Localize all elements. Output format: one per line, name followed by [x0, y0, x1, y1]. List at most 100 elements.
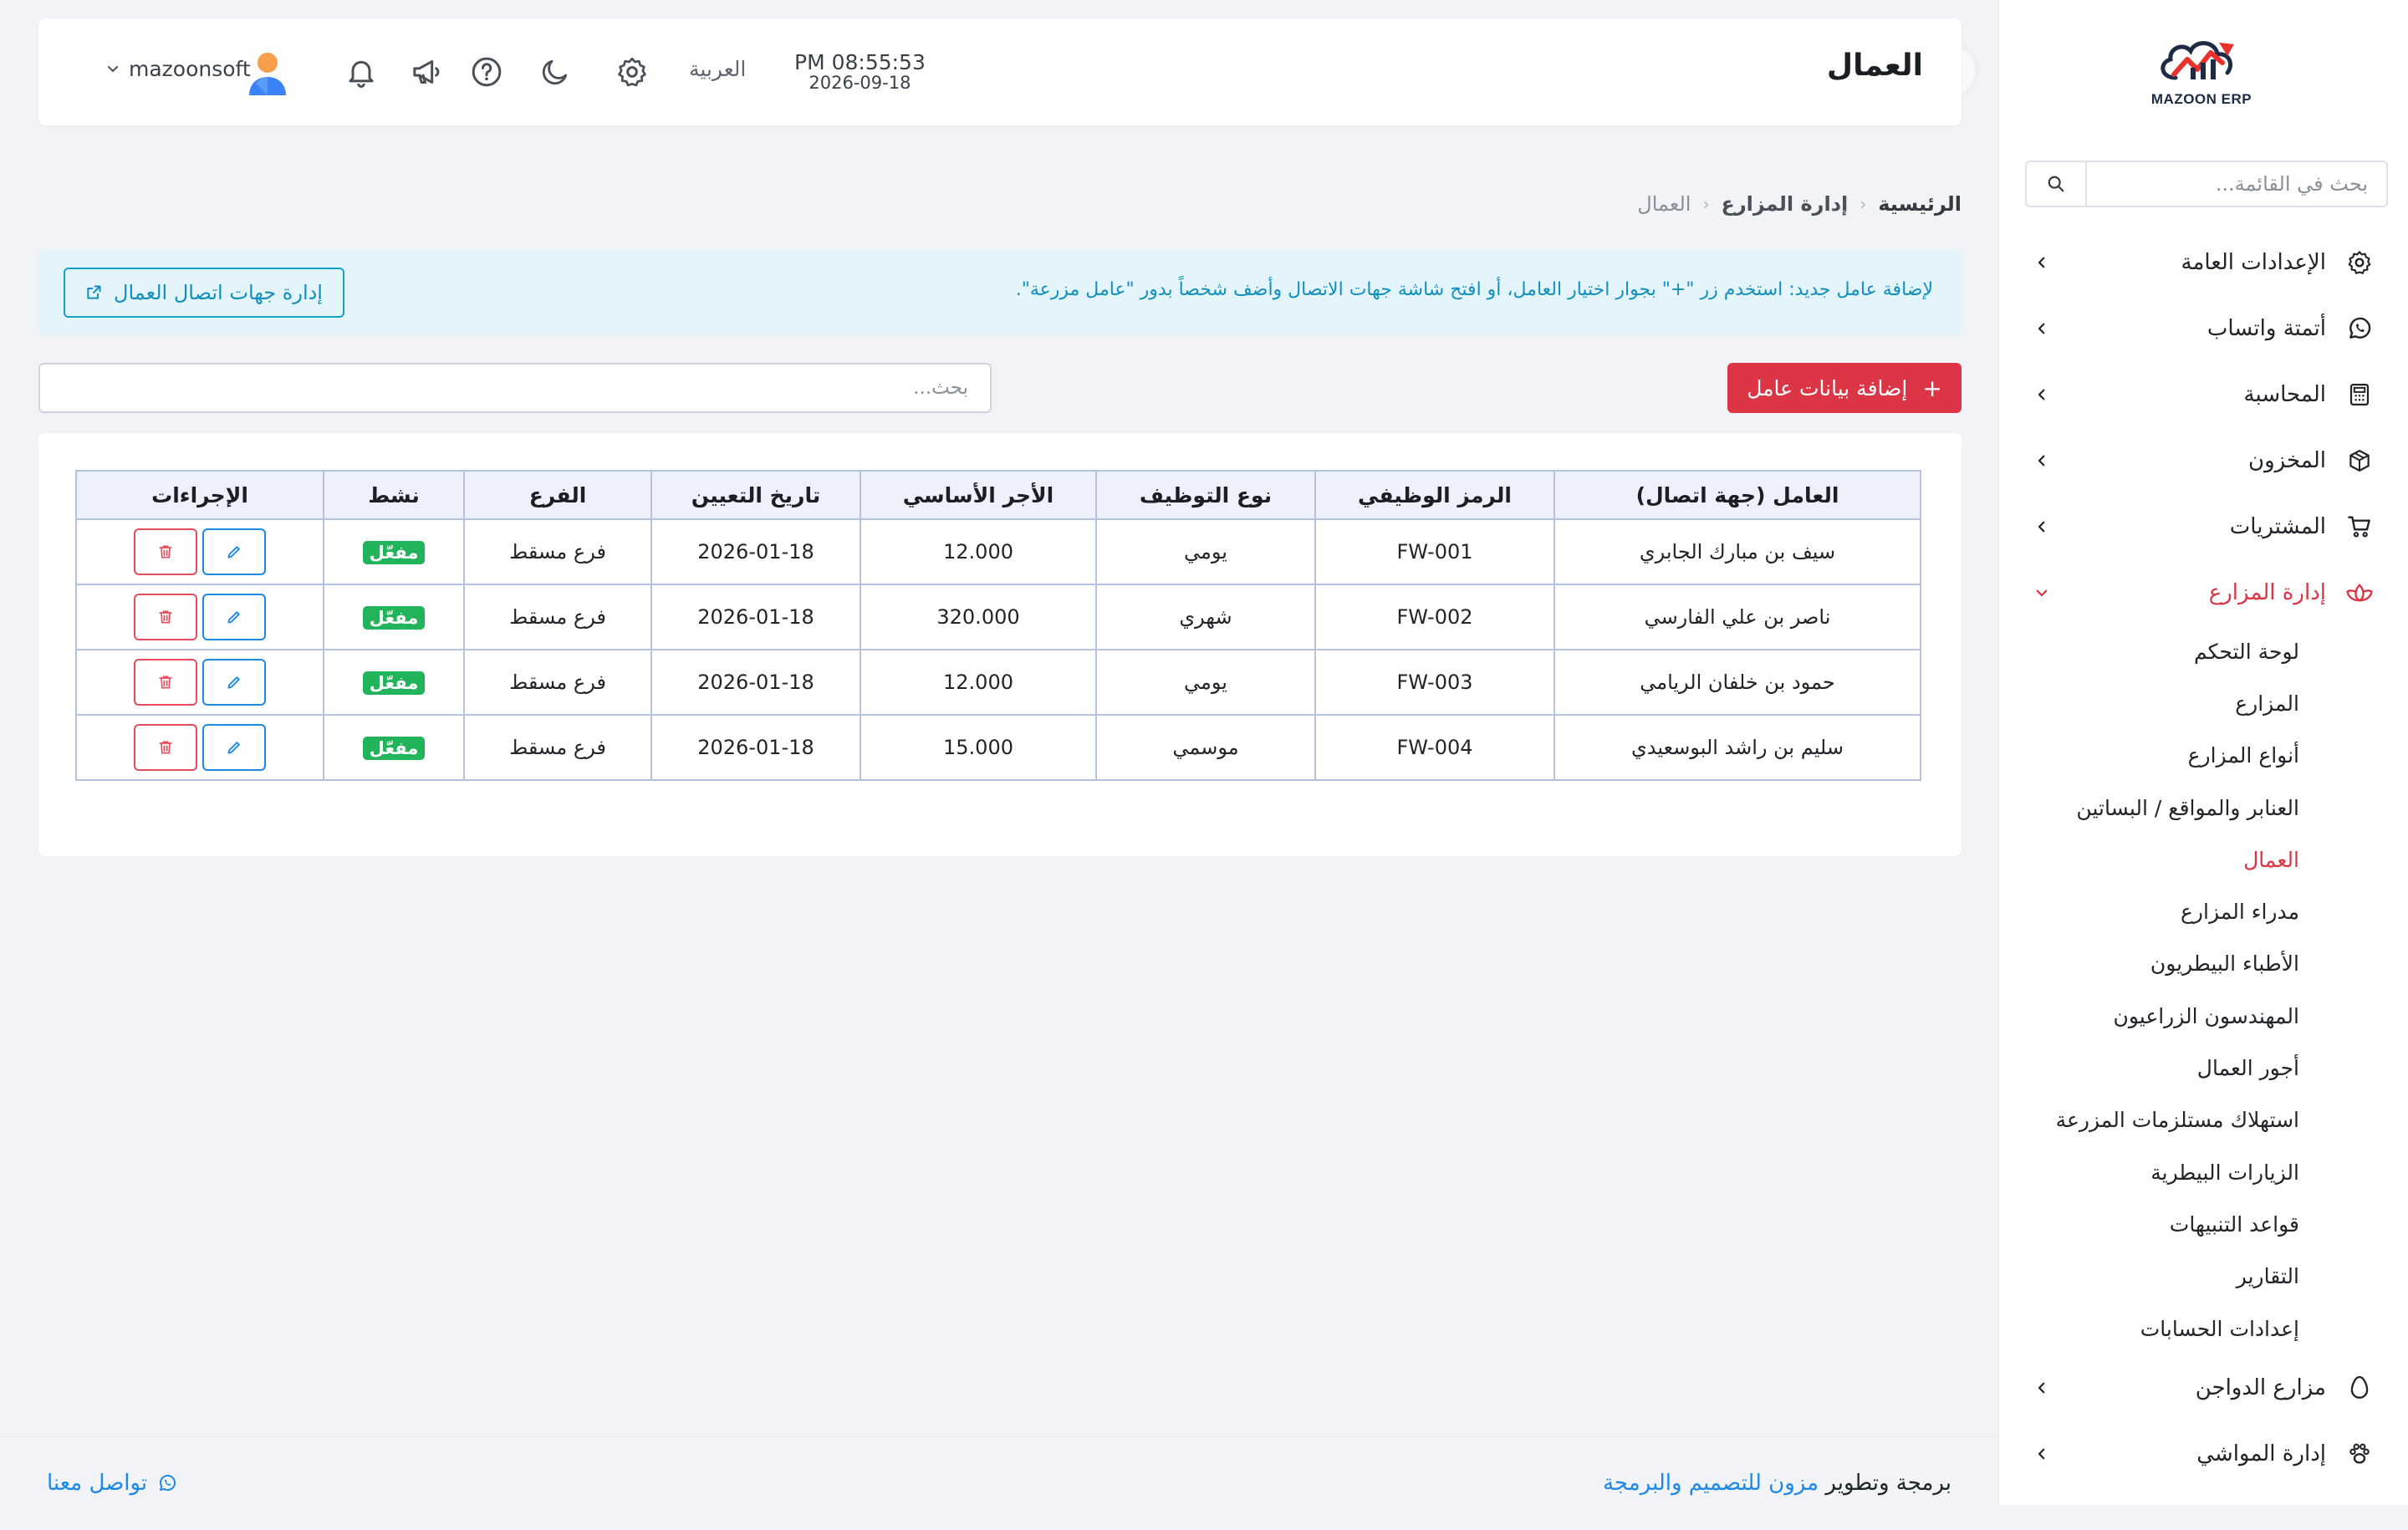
sidebar-subitem-alert-rules[interactable]: قواعد التنبيهات — [1998, 1198, 2299, 1250]
notifications-button[interactable] — [341, 52, 381, 92]
settings-button[interactable] — [612, 52, 652, 92]
workers-card: العامل (جهة اتصال) الرمز الوظيفي نوع الت… — [38, 433, 1962, 856]
sidebar-subitem-barns[interactable]: العنابر والمواقع / البساتين — [1998, 782, 2299, 834]
sidebar-item-inventory[interactable]: المخزون — [1998, 427, 2408, 493]
theme-toggle-button[interactable] — [535, 52, 575, 92]
table-row: سليم بن راشد البوسعيدي FW-004 موسمي 15.0… — [75, 714, 1921, 781]
cell-worker: سيف بن مبارك الجابري — [1553, 518, 1921, 585]
delete-button[interactable] — [134, 659, 197, 706]
sidebar-subitem-farm-managers[interactable]: مدراء المزارع — [1998, 885, 2299, 937]
cell-job-code: FW-003 — [1314, 649, 1555, 716]
sidebar-search-input[interactable] — [2087, 162, 2386, 206]
moon-icon — [542, 59, 568, 85]
cell-employment-type: يومي — [1095, 518, 1316, 585]
edit-button[interactable] — [202, 659, 266, 706]
sidebar-item-livestock[interactable]: إدارة المواشي — [1998, 1420, 2408, 1487]
user-menu[interactable]: mazoonsoft — [107, 57, 251, 81]
cell-worker: حمود بن خلفان الريامي — [1553, 649, 1921, 716]
column-header-job-code[interactable]: الرمز الوظيفي — [1314, 470, 1555, 520]
sidebar-item-label: المحاسبة — [2243, 381, 2326, 407]
cell-employment-type: موسمي — [1095, 714, 1316, 781]
cell-actions — [75, 714, 324, 781]
delete-button[interactable] — [134, 594, 197, 640]
cell-job-code: FW-002 — [1314, 584, 1555, 650]
megaphone-icon — [413, 60, 440, 84]
sidebar-item-label: مزارع الدواجن — [2195, 1374, 2326, 1400]
gear-icon — [2344, 247, 2375, 278]
breadcrumb-home[interactable]: الرئيسية — [1878, 192, 1962, 216]
sidebar-item-poultry[interactable]: مزارع الدواجن — [1998, 1354, 2408, 1420]
column-header-active[interactable]: نشط — [323, 470, 465, 520]
status-badge: مفعّل — [362, 736, 426, 760]
column-header-base-wage[interactable]: الأجر الأساسي — [860, 470, 1097, 520]
chevron-down-icon — [2032, 583, 2052, 603]
edit-button[interactable] — [202, 594, 266, 640]
cell-employment-type: يومي — [1095, 649, 1316, 716]
delete-button[interactable] — [134, 528, 197, 575]
delete-button[interactable] — [134, 724, 197, 771]
sidebar-item-farm-management[interactable]: إدارة المزارع — [1998, 559, 2408, 625]
sidebar-search-button[interactable] — [2027, 162, 2087, 206]
pencil-icon — [227, 676, 240, 689]
sidebar-subitem-workers[interactable]: العمال — [1998, 834, 2299, 885]
whatsapp-icon — [160, 1475, 176, 1491]
column-header-hire-date[interactable]: تاريخ التعيين — [650, 470, 861, 520]
logo-icon — [2161, 41, 2234, 80]
chevron-left-icon — [2032, 451, 2052, 471]
footer-company-link[interactable]: مزون للتصميم والبرمجة — [1603, 1471, 1819, 1496]
sidebar-subitem-supplies-consumption[interactable]: استهلاك مستلزمات المزرعة — [1998, 1094, 2299, 1146]
cell-branch: فرع مسقط — [463, 584, 652, 650]
table-search-input[interactable] — [40, 365, 990, 411]
cell-branch: فرع مسقط — [463, 714, 652, 781]
breadcrumb-current: العمال — [1637, 192, 1691, 216]
manage-worker-contacts-label: إدارة جهات اتصال العمال — [114, 281, 323, 304]
table-row: سيف بن مبارك الجابري FW-001 يومي 12.000 … — [75, 518, 1921, 585]
edit-button[interactable] — [202, 528, 266, 575]
sidebar: MAZOON ERP الإعدادات العامة أتمتة واتساب… — [1998, 0, 2408, 1505]
brand-logo[interactable]: MAZOON ERP — [2130, 25, 2273, 117]
calculator-icon — [2344, 380, 2375, 410]
column-header-branch[interactable]: الفرع — [463, 470, 652, 520]
trash-icon — [159, 741, 172, 754]
sidebar-subitem-reports[interactable]: التقارير — [1998, 1251, 2299, 1303]
sidebar-item-accounting[interactable]: المحاسبة — [1998, 361, 2408, 427]
sidebar-subitem-vets[interactable]: الأطباء البيطريون — [1998, 938, 2299, 990]
sidebar-subitem-worker-wages[interactable]: أجور العمال — [1998, 1042, 2299, 1094]
brand-name: MAZOON ERP — [2150, 91, 2252, 107]
sidebar-item-purchases[interactable]: المشتريات — [1998, 493, 2408, 559]
manage-worker-contacts-button[interactable]: إدارة جهات اتصال العمال — [64, 268, 344, 318]
whatsapp-icon — [2344, 314, 2375, 344]
sidebar-item-label: إدارة المواشي — [2196, 1441, 2326, 1466]
sidebar-subitem-agri-engineers[interactable]: المهندسون الزراعيون — [1998, 990, 2300, 1042]
cell-active: مفعّل — [323, 714, 465, 781]
help-button[interactable] — [467, 52, 507, 92]
workers-table: العامل (جهة اتصال) الرمز الوظيفي نوع الت… — [75, 470, 1921, 781]
sidebar-subitem-vet-visits[interactable]: الزيارات البيطرية — [1998, 1146, 2299, 1198]
sidebar-item-general-settings[interactable]: الإعدادات العامة — [1998, 229, 2408, 295]
cell-actions — [75, 649, 324, 716]
column-header-employment-type[interactable]: نوع التوظيف — [1095, 470, 1316, 520]
plus-icon: + — [1922, 374, 1942, 402]
breadcrumb-section[interactable]: إدارة المزارع — [1721, 192, 1848, 216]
edit-button[interactable] — [202, 724, 266, 771]
avatar[interactable] — [246, 50, 289, 95]
status-badge: مفعّل — [362, 671, 426, 695]
language-switch[interactable]: العربية — [689, 57, 746, 81]
egg-icon — [2344, 1373, 2375, 1403]
sidebar-subitem-account-settings[interactable]: إعدادات الحسابات — [1998, 1303, 2299, 1354]
column-header-worker[interactable]: العامل (جهة اتصال) — [1553, 470, 1921, 520]
external-link-icon — [87, 285, 101, 299]
announcements-button[interactable] — [406, 52, 446, 92]
sidebar-subitem-dashboard[interactable]: لوحة التحكم — [1998, 625, 2299, 677]
cart-icon — [2344, 512, 2375, 542]
sidebar-subitem-farms[interactable]: المزارع — [1998, 677, 2299, 729]
sidebar-subitem-farm-types[interactable]: أنواع المزارع — [1998, 730, 2299, 782]
cell-hire-date: 2026-01-18 — [650, 714, 861, 781]
contact-us-link[interactable]: تواصل معنا — [47, 1471, 177, 1496]
trash-icon — [159, 676, 172, 689]
add-worker-button[interactable]: + إضافة بيانات عامل — [1727, 363, 1962, 413]
info-alert-text: لإضافة عامل جديد: استخدم زر "+" بجوار اخ… — [1015, 279, 1933, 300]
bell-icon — [349, 60, 374, 88]
contact-us-label: تواصل معنا — [47, 1471, 148, 1496]
sidebar-item-whatsapp[interactable]: أتمتة واتساب — [1998, 295, 2408, 361]
